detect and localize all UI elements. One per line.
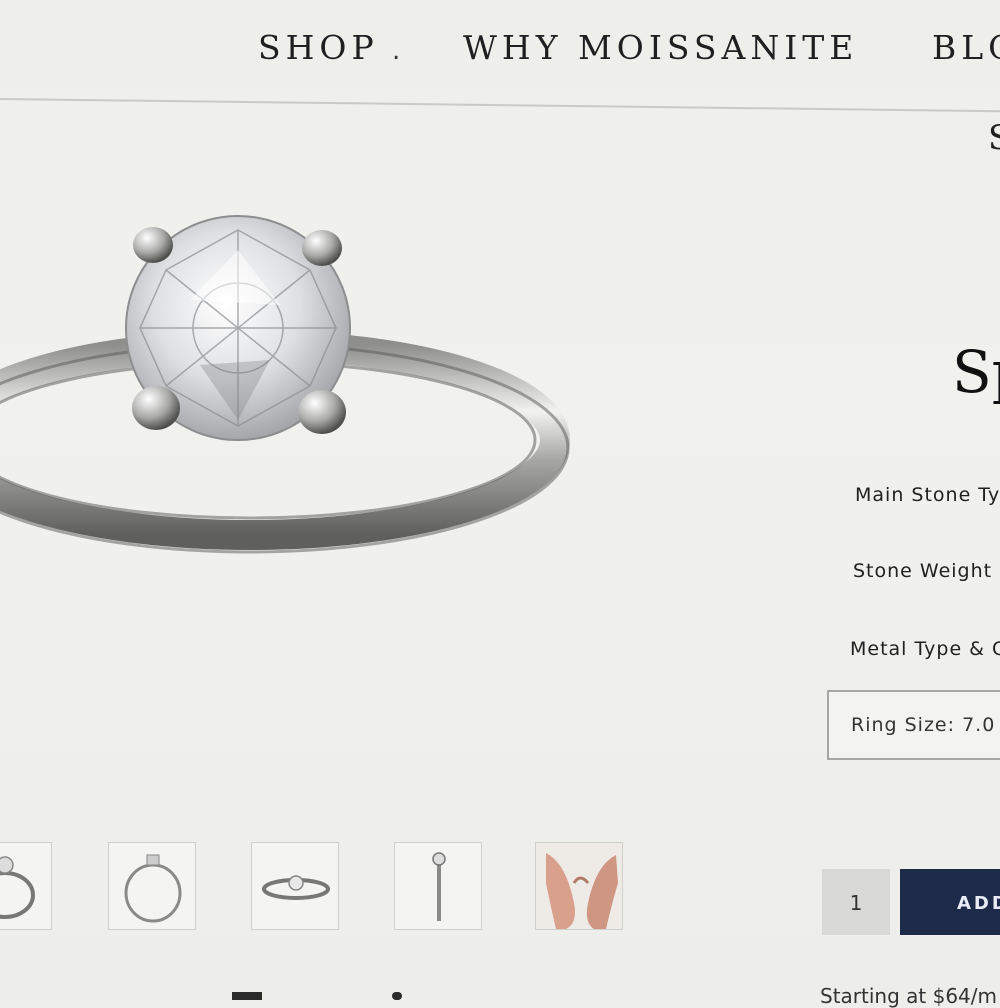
ring-upright-thumb-icon <box>124 854 182 923</box>
add-button-label: ADD <box>957 893 1000 914</box>
price-starting-text: Starting at $64/m <box>820 984 997 1008</box>
ring-profile-thumb-icon <box>432 852 446 921</box>
metal-type-label[interactable]: Metal Type & C <box>850 638 1000 660</box>
quantity-value: 1 <box>849 891 863 915</box>
header-partial-text: S <box>988 118 1000 158</box>
nav-blog-link[interactable]: BLO <box>932 28 1000 67</box>
main-stone-type-label[interactable]: Main Stone Ty <box>855 484 1000 506</box>
hands-thumb-icon <box>536 843 622 929</box>
thumbnail-ring-upright[interactable] <box>108 842 196 930</box>
ring-size-select[interactable]: Ring Size: 7.0 <box>827 690 1000 760</box>
thumbnail-ring-profile[interactable] <box>394 842 482 930</box>
thumbnail-ring-front[interactable] <box>0 842 52 930</box>
product-main-image[interactable] <box>0 190 580 590</box>
thumbnail-hands-wearing[interactable] <box>535 842 623 930</box>
nav-divider <box>0 98 1000 113</box>
bottom-partial-mark <box>232 992 262 1000</box>
ring-angle-thumb-icon <box>262 875 330 900</box>
product-title: Sp <box>952 338 1000 406</box>
add-to-cart-button[interactable]: ADD <box>900 869 1000 935</box>
nav-shop-link[interactable]: SHOP <box>258 28 379 67</box>
thumbnail-ring-angle[interactable] <box>251 842 339 930</box>
ring-front-thumb-icon <box>0 856 35 919</box>
ring-size-value: Ring Size: 7.0 <box>851 714 996 736</box>
bottom-partial-mark <box>392 992 402 1000</box>
quantity-input[interactable]: 1 <box>822 869 890 935</box>
top-nav: SHOP . WHY MOISSANITE BLO <box>0 0 1000 113</box>
nav-separator: . <box>392 36 401 66</box>
nav-why-moissanite-link[interactable]: WHY MOISSANITE <box>463 28 858 67</box>
stone-weight-label[interactable]: Stone Weight <box>853 560 992 582</box>
